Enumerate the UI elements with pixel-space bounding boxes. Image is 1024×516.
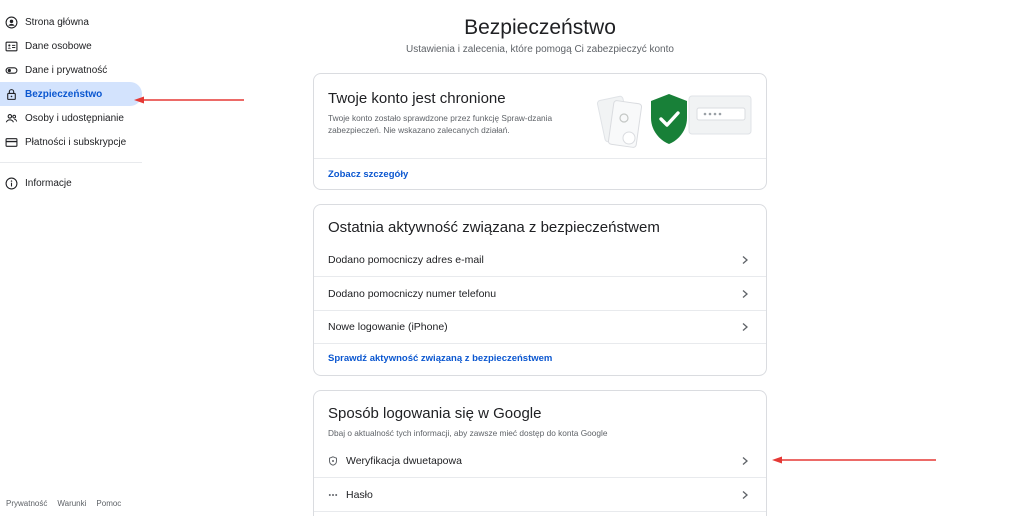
people-icon bbox=[4, 111, 18, 125]
card-title: Twoje konto jest chronione bbox=[328, 90, 506, 107]
info-icon bbox=[4, 176, 18, 190]
row-label: Nowe logowanie (iPhone) bbox=[328, 320, 448, 333]
home-person-icon bbox=[4, 15, 18, 29]
footer-links: Prywatność Warunki Pomoc bbox=[6, 499, 121, 508]
row-label: Hasło bbox=[346, 488, 373, 501]
list-item[interactable]: Dodano pomocniczy adres e-mail bbox=[314, 243, 766, 277]
page-title: Bezpieczeństwo bbox=[464, 16, 616, 39]
card-title: Ostatnia aktywność związana z bezpieczeń… bbox=[328, 219, 660, 236]
footer-privacy-link[interactable]: Prywatność bbox=[6, 499, 47, 508]
sidebar-item-label: Bezpieczeństwo bbox=[25, 88, 103, 100]
card-description: Dbaj o aktualność tych informacji, aby z… bbox=[328, 428, 608, 438]
chevron-right-icon bbox=[742, 289, 748, 298]
sidebar-item-about[interactable]: Informacje bbox=[0, 171, 145, 195]
card-description: Twoje konto zostało sprawdzone przez fun… bbox=[328, 113, 553, 135]
page-subtitle: Ustawienia i zalecenia, które pomogą Ci … bbox=[406, 44, 674, 55]
sidebar-divider bbox=[0, 162, 142, 163]
review-security-activity-link[interactable]: Sprawdź aktywność związaną z bezpieczeńs… bbox=[328, 353, 552, 364]
id-card-icon bbox=[4, 39, 18, 53]
password-row[interactable]: Hasło bbox=[314, 478, 766, 512]
card-title: Sposób logowania się w Google bbox=[328, 405, 542, 422]
row-label: Weryfikacja dwuetapowa bbox=[346, 454, 462, 467]
recent-security-activity-card: Ostatnia aktywność związana z bezpieczeń… bbox=[313, 204, 767, 376]
toggle-icon bbox=[4, 63, 18, 77]
lock-icon bbox=[4, 87, 18, 101]
chevron-right-icon bbox=[742, 456, 748, 465]
sidebar-nav: Strona główna Dane osobowe Dane i prywat… bbox=[0, 10, 145, 195]
row-label: Dodano pomocniczy numer telefonu bbox=[328, 287, 497, 300]
chevron-right-icon bbox=[742, 255, 748, 264]
password-dots-icon bbox=[328, 490, 338, 500]
credit-card-icon bbox=[4, 135, 18, 149]
shield-clock-icon bbox=[328, 455, 338, 466]
sidebar-item-label: Dane i prywatność bbox=[25, 64, 108, 76]
see-details-link[interactable]: Zobacz szczegóły bbox=[328, 169, 408, 180]
footer-help-link[interactable]: Pomoc bbox=[96, 499, 121, 508]
sidebar-item-data-privacy[interactable]: Dane i prywatność bbox=[0, 58, 145, 82]
sidebar-item-payments[interactable]: Płatności i subskrypcje bbox=[0, 130, 145, 154]
sidebar-item-home[interactable]: Strona główna bbox=[0, 10, 145, 34]
list-item[interactable]: Nowe logowanie (iPhone) bbox=[314, 310, 766, 344]
sidebar-item-label: Osoby i udostępnianie bbox=[25, 112, 124, 124]
annotation-arrow-security bbox=[134, 96, 244, 104]
sidebar-item-people-sharing[interactable]: Osoby i udostępnianie bbox=[0, 106, 145, 130]
sidebar-item-label: Strona główna bbox=[25, 16, 89, 28]
account-protected-card: Twoje konto jest chronione Twoje konto z… bbox=[313, 73, 767, 190]
annotation-arrow-2fa bbox=[772, 456, 936, 464]
sidebar-item-security[interactable]: Bezpieczeństwo bbox=[0, 82, 142, 106]
security-shield-illustration bbox=[596, 94, 752, 148]
sidebar-item-label: Płatności i subskrypcje bbox=[25, 136, 127, 148]
sidebar-item-label: Informacje bbox=[25, 177, 72, 189]
chevron-right-icon bbox=[742, 322, 748, 331]
card-divider bbox=[314, 158, 766, 159]
row-label: Dodano pomocniczy adres e-mail bbox=[328, 253, 484, 266]
two-step-verification-row[interactable]: Weryfikacja dwuetapowa bbox=[314, 444, 766, 478]
list-item[interactable]: Dodano pomocniczy numer telefonu bbox=[314, 277, 766, 311]
chevron-right-icon bbox=[742, 490, 748, 499]
footer-terms-link[interactable]: Warunki bbox=[57, 499, 86, 508]
sidebar-item-personal-info[interactable]: Dane osobowe bbox=[0, 34, 145, 58]
how-you-sign-in-card: Sposób logowania się w Google Dbaj o akt… bbox=[313, 390, 767, 516]
sidebar-item-label: Dane osobowe bbox=[25, 40, 92, 52]
